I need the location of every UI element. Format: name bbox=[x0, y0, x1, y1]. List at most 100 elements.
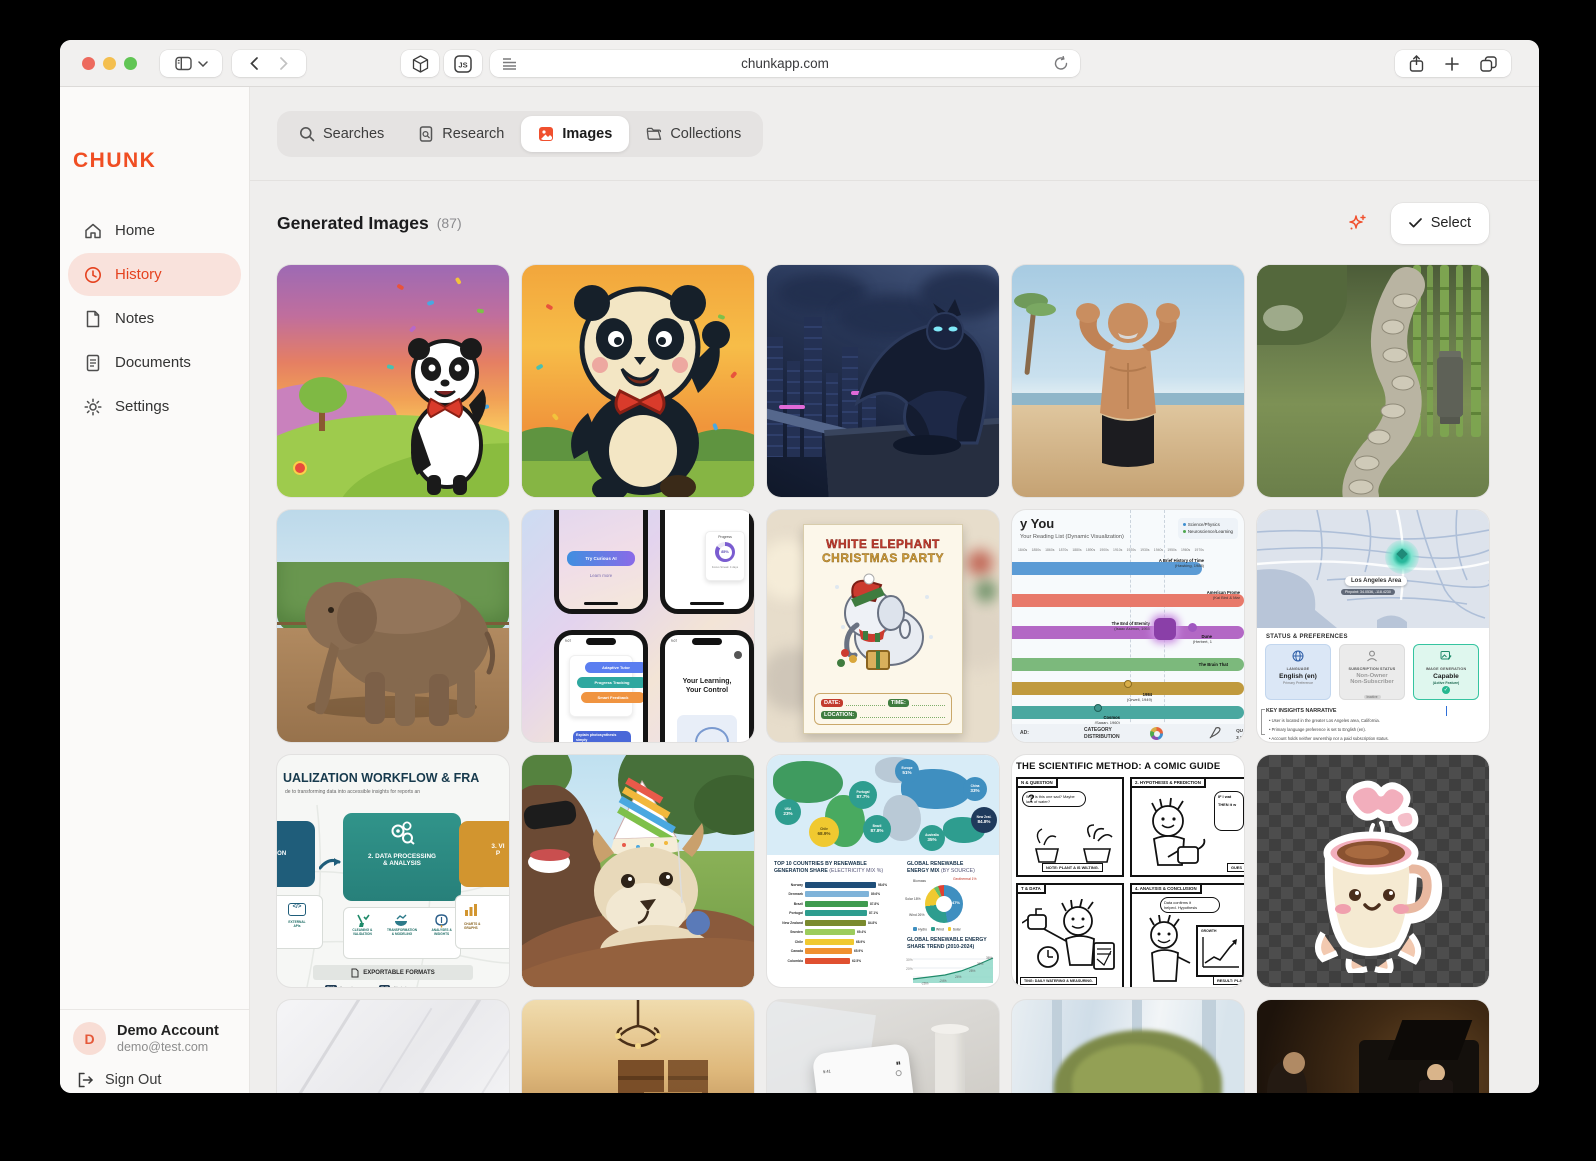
workflow-box-3: 3. VI P bbox=[459, 821, 509, 887]
panda-illustration bbox=[571, 285, 730, 497]
image-tile-visualization-workflow[interactable]: UALIZATION WORKFLOW & FRA de to transfor… bbox=[277, 755, 509, 987]
images-icon bbox=[539, 126, 554, 141]
viz-subtitle: Your Reading List (Dynamic Visualization… bbox=[1020, 534, 1124, 540]
nav-buttons bbox=[232, 50, 306, 77]
bars-title: TOP 10 COUNTRIES BY RENEWABLE GENERATION… bbox=[774, 861, 884, 874]
format-chips: PNG (Image) SVG (Vector) bbox=[325, 985, 407, 987]
tab-research[interactable]: Research bbox=[401, 116, 521, 152]
comic-panel-4: 4. ANALYSIS & CONCLUSION Data confirms i… bbox=[1130, 883, 1244, 987]
workflow-subtitle: de to transforming data into accessible … bbox=[285, 789, 421, 795]
sign-out-button[interactable]: Sign Out bbox=[77, 1072, 161, 1088]
forward-icon[interactable] bbox=[280, 57, 288, 70]
image-tile-renewable-energy[interactable]: USA 23% Chile 68.9% Portugal 87.7% Brazil 87… bbox=[767, 755, 999, 987]
svg-text:JS: JS bbox=[458, 60, 467, 69]
share-icon[interactable] bbox=[1409, 55, 1424, 72]
insight-bullet-1: • User is located in the greater Los Ang… bbox=[1269, 718, 1380, 723]
subscription-card: SUBSCRIPTION STATUS Non-Owner Non-Subscr… bbox=[1339, 644, 1405, 700]
cube-icon bbox=[412, 54, 428, 73]
tab-collections[interactable]: Collections bbox=[629, 116, 758, 152]
man-flexing-illustration bbox=[1076, 303, 1180, 467]
select-button[interactable]: Select bbox=[1390, 202, 1489, 244]
image-tile-study-session-phone[interactable]: 9:41▮▮ Study Session bbox=[767, 1000, 999, 1093]
bars-chart: Norway 98.6% Denmark 89.6% Brazil 87.8% Por… bbox=[782, 881, 888, 964]
image-tile-coffee-sticker[interactable] bbox=[1257, 755, 1489, 987]
app-logo: CHUNK bbox=[73, 149, 157, 172]
image-tile-reading-list-viz[interactable]: y You Your Reading List (Dynamic Visuali… bbox=[1012, 510, 1244, 742]
extension-cube-button[interactable] bbox=[401, 50, 439, 77]
image-pencil-icon bbox=[1440, 651, 1452, 660]
image-tile-man-flexing-beach[interactable] bbox=[1012, 265, 1244, 497]
comic-panel-2: 2. HYPOTHESIS & PREDICTION IF I wat THEN… bbox=[1130, 777, 1244, 877]
energy-world-map: USA 23% Chile 68.9% Portugal 87.7% Brazil 87… bbox=[767, 755, 999, 855]
viz-legend: Science/Physics Neuroscience/Learning bbox=[1177, 518, 1238, 539]
url-bar[interactable]: chunkapp.com bbox=[490, 50, 1080, 77]
workflow-box-1: TION bbox=[277, 821, 315, 887]
comic-panel-3: T & DATA TING: DAILY WATERING & MEASURIN… bbox=[1016, 883, 1124, 987]
avatar: D bbox=[73, 1022, 106, 1055]
image-tile-concert-scene[interactable] bbox=[1257, 1000, 1489, 1093]
image-tile-los-angeles-map[interactable]: Los Angeles Area Pinpoint: 34.0536, -118… bbox=[1257, 510, 1489, 742]
sidebar-toggle-button[interactable] bbox=[160, 50, 222, 77]
image-tile-scientific-method-comic[interactable]: THE SCIENTIFIC METHOD: A COMIC GUIDE N &… bbox=[1012, 755, 1244, 987]
app-sidebar: CHUNK Home History Notes Documents Setti… bbox=[60, 87, 250, 1093]
person-icon bbox=[1367, 650, 1377, 662]
key-insights-heading: KEY INSIGHTS NARRATIVE bbox=[1266, 708, 1337, 714]
viz-footer-left: AD: bbox=[1020, 730, 1029, 736]
tab-overview-icon[interactable] bbox=[1480, 55, 1497, 72]
mockup-time: 9:07 bbox=[565, 639, 572, 643]
mockup-prompt-bubble: Explain photosynthesis simply bbox=[573, 731, 631, 742]
image-tile-dog-party-hat[interactable] bbox=[522, 755, 754, 987]
mockup-pill-3: Smart Feedback bbox=[581, 692, 643, 703]
sidebar-item-history[interactable]: History bbox=[68, 253, 241, 296]
image-tile-panda-waving[interactable] bbox=[522, 265, 754, 497]
image-tile-library-room[interactable] bbox=[522, 1000, 754, 1093]
mockup-streak: Focus Streak: 4 days bbox=[711, 565, 739, 569]
image-tile-marble-card[interactable] bbox=[277, 1000, 509, 1093]
comic-panel-1: N & QUESTION Why is this one sad? Maybe … bbox=[1016, 777, 1124, 877]
image-tile-elephant[interactable] bbox=[277, 510, 509, 742]
toolbar-right-buttons bbox=[1395, 50, 1511, 77]
panther-illustration bbox=[854, 299, 988, 455]
viz-title-fragment: y You bbox=[1020, 516, 1055, 531]
image-tile-black-panther[interactable] bbox=[767, 265, 999, 497]
sidebar-item-settings[interactable]: Settings bbox=[68, 385, 241, 428]
reload-icon[interactable] bbox=[1054, 50, 1068, 77]
image-generation-card: IMAGE GENERATION Capable (Active Feature… bbox=[1413, 644, 1479, 700]
sidebar-icon bbox=[174, 56, 192, 71]
maximize-window-button[interactable] bbox=[124, 57, 137, 70]
image-count: (87) bbox=[436, 215, 462, 231]
image-tile-panda-confetti-sunset[interactable] bbox=[277, 265, 509, 497]
mockup-headline-1: Your Learning, bbox=[682, 678, 732, 685]
rocket-icon bbox=[1209, 727, 1221, 739]
reader-icon[interactable] bbox=[502, 50, 517, 77]
image-tile-person-by-window[interactable] bbox=[1012, 1000, 1244, 1093]
generated-images-grid: habits Try Curious AI Learn more Here's … bbox=[277, 265, 1539, 1093]
mockup-headline-2: Your Control bbox=[685, 687, 729, 695]
sidebar-item-notes[interactable]: Notes bbox=[68, 297, 241, 340]
image-tile-christmas-party-poster[interactable]: WHITE ELEPHANT CHRISTMAS PARTY DATE: TIM… bbox=[767, 510, 999, 742]
sparkles-icon[interactable] bbox=[1347, 213, 1367, 233]
sidebar-item-home[interactable]: Home bbox=[68, 209, 241, 252]
poster-date-label: DATE: bbox=[821, 699, 844, 707]
extension-js-button[interactable]: JS bbox=[444, 50, 482, 77]
account-info[interactable]: D Demo Account demo@test.com bbox=[73, 1022, 219, 1055]
mockup-progress-label: Progress bbox=[718, 535, 732, 539]
check-icon bbox=[1408, 218, 1422, 228]
content-tabs: Searches Research Images Collections bbox=[277, 110, 764, 157]
sidebar-item-documents[interactable]: Documents bbox=[68, 341, 241, 384]
minimize-window-button[interactable] bbox=[103, 57, 116, 70]
mockup-pill-2: Progress Tracking bbox=[577, 677, 643, 688]
gears-icon bbox=[391, 821, 415, 845]
back-icon[interactable] bbox=[250, 57, 258, 70]
close-window-button[interactable] bbox=[82, 57, 95, 70]
image-tile-learning-app-mockups[interactable]: habits Try Curious AI Learn more Here's … bbox=[522, 510, 754, 742]
image-tile-zen-garden-path[interactable] bbox=[1257, 265, 1489, 497]
account-email: demo@test.com bbox=[117, 1040, 209, 1054]
svg-text:30%: 30% bbox=[977, 962, 984, 966]
tab-searches[interactable]: Searches bbox=[282, 116, 401, 152]
arrow-icon bbox=[319, 858, 341, 870]
settings-gear-icon bbox=[84, 397, 102, 416]
new-tab-icon[interactable] bbox=[1445, 56, 1459, 71]
tab-images[interactable]: Images bbox=[521, 115, 630, 152]
search-icon bbox=[300, 126, 315, 141]
